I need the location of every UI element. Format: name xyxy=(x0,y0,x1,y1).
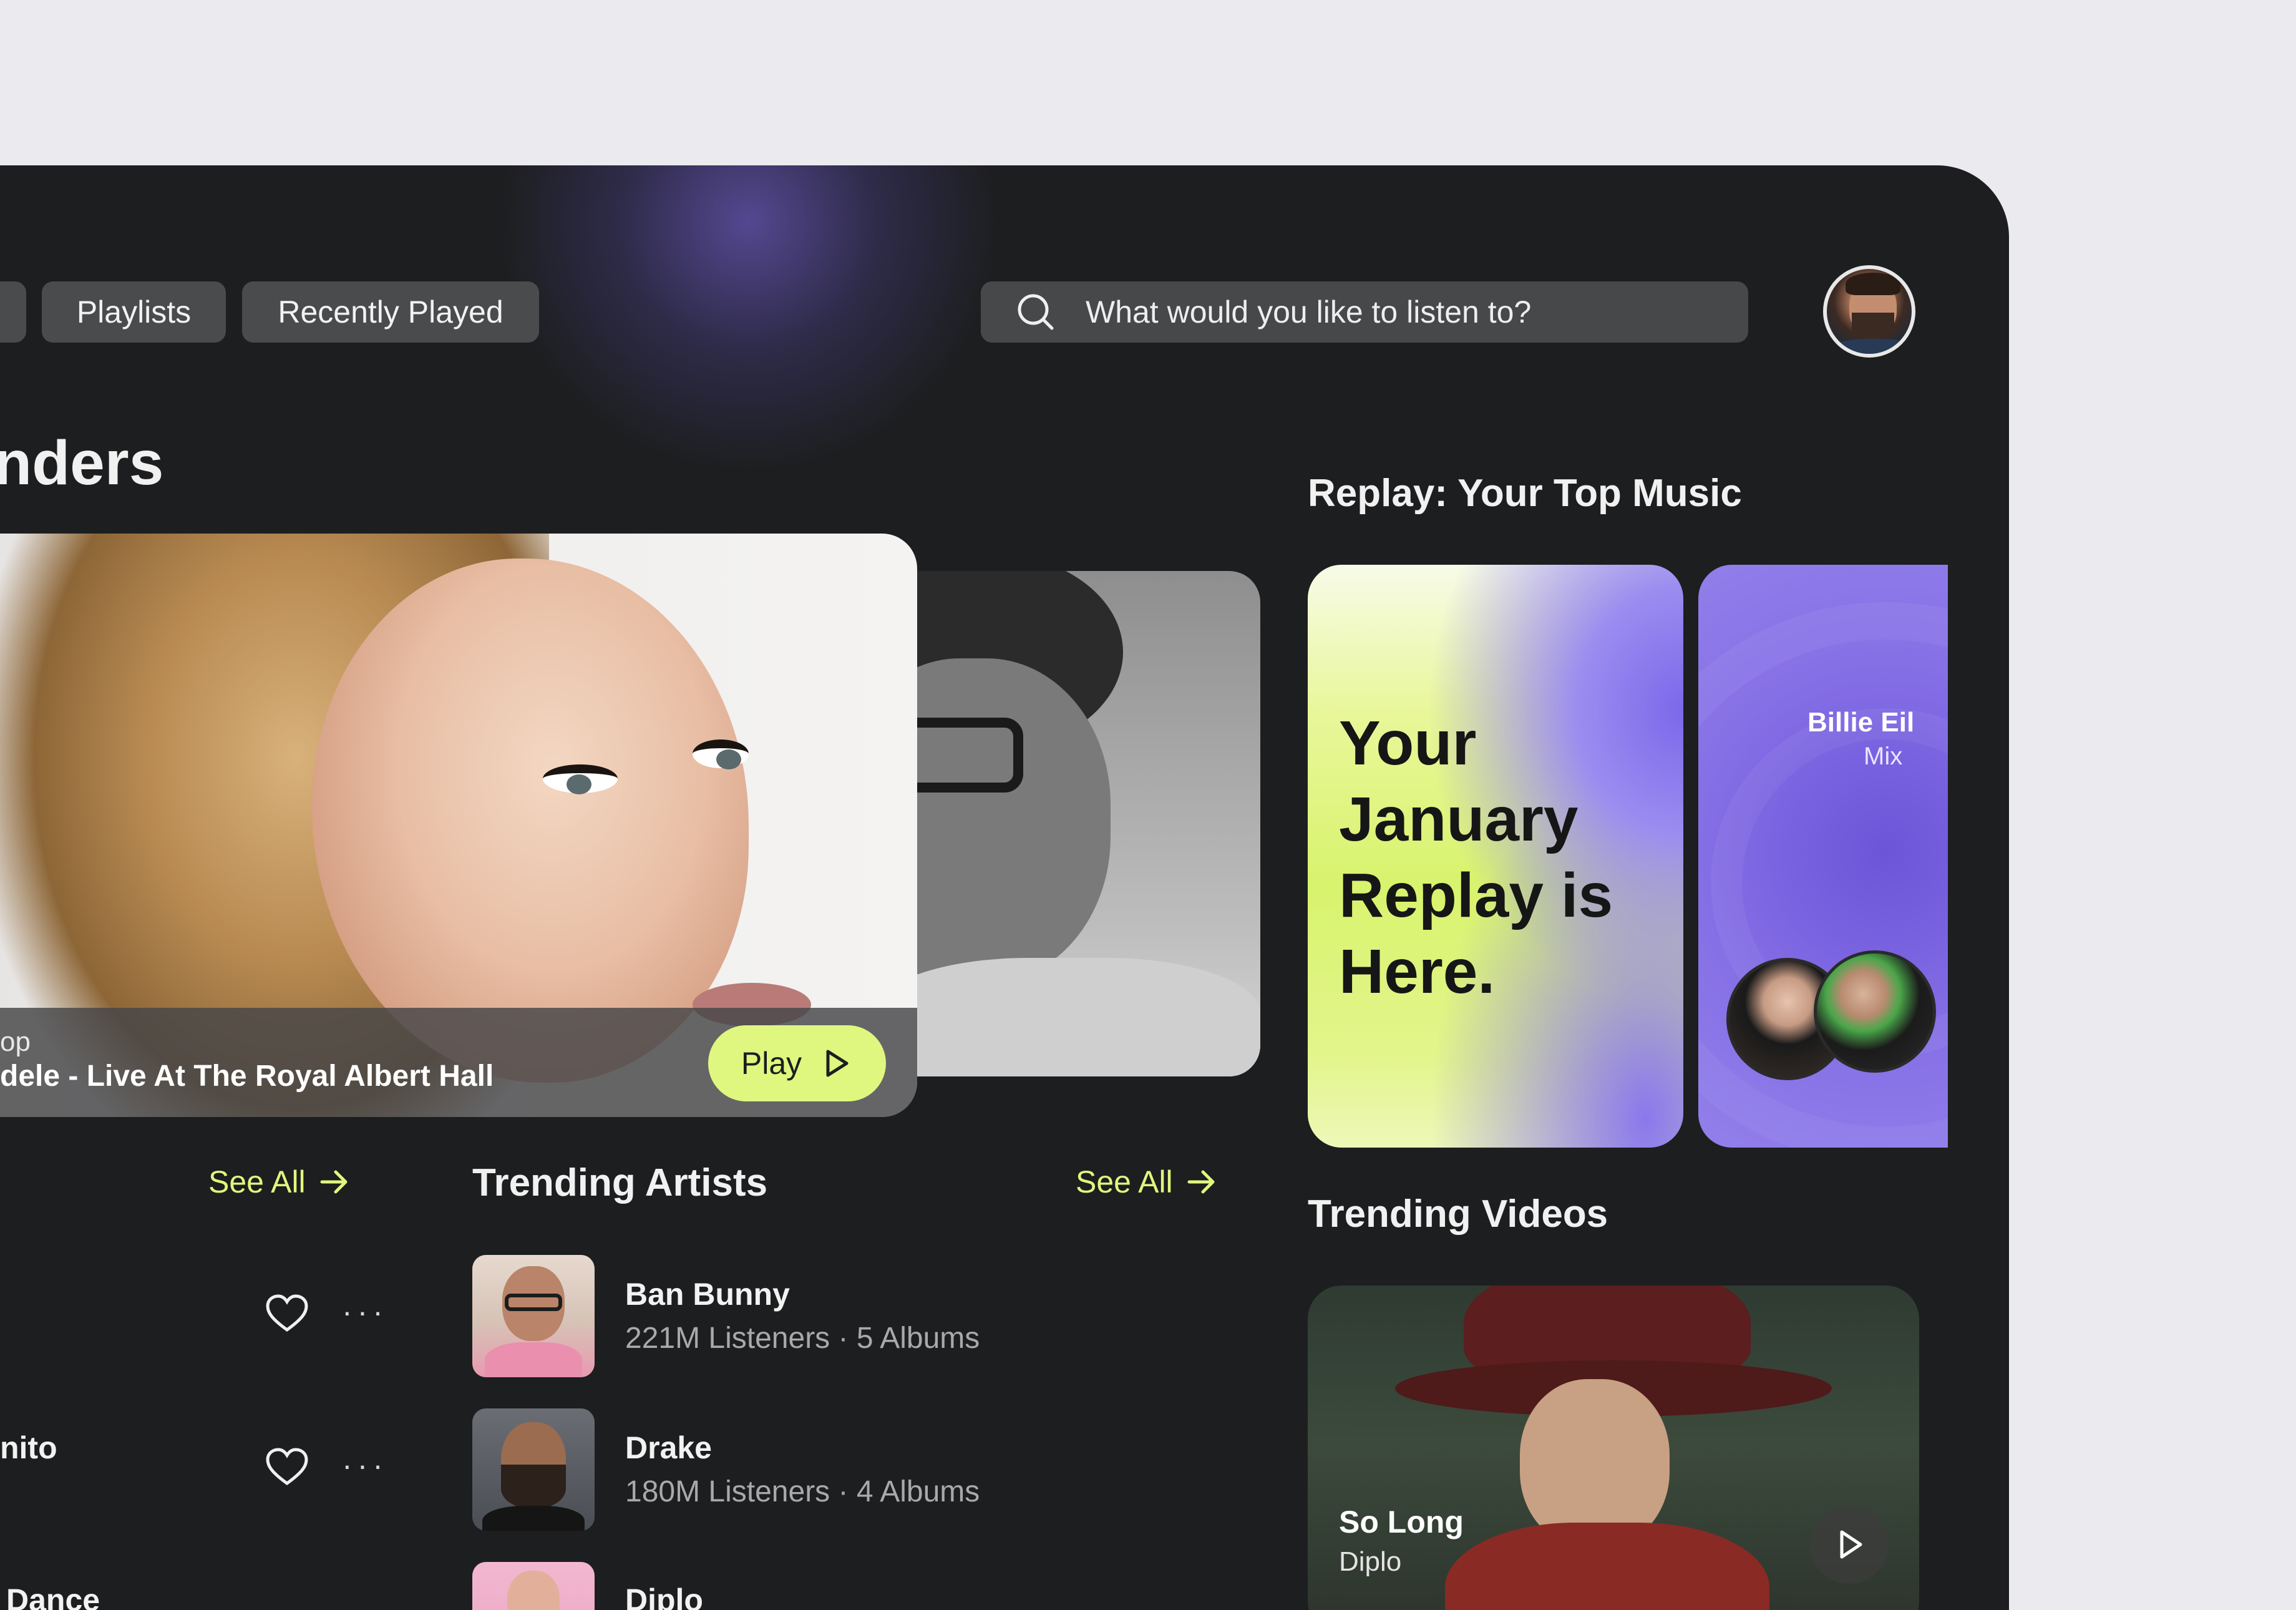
replay-card-january[interactable]: Your January Replay is Here. xyxy=(1308,565,1683,1148)
heart-icon[interactable] xyxy=(265,1447,309,1487)
search-icon xyxy=(1018,294,1054,330)
more-options-icon[interactable]: ··· xyxy=(342,1447,388,1483)
artist-thumbnail[interactable] xyxy=(472,1562,595,1610)
tab-recently-played-label: Recently Played xyxy=(278,295,503,329)
artist-meta: 221M Listeners · 5 Albums xyxy=(625,1322,980,1355)
replay-card-text: Your January Replay is Here. xyxy=(1339,708,1613,1007)
background-glow xyxy=(487,165,1011,484)
song-title-3: Dance xyxy=(6,1583,100,1610)
song-title-2: nito xyxy=(0,1430,57,1465)
play-button-label: Play xyxy=(741,1046,802,1081)
hero-subtitle: op xyxy=(0,1027,31,1057)
artist-name[interactable]: Drake xyxy=(625,1430,712,1466)
artist-name[interactable]: Diplo xyxy=(625,1582,703,1610)
songs-see-all-link[interactable]: See All xyxy=(208,1164,352,1200)
tab-recently-played[interactable]: Recently Played xyxy=(242,281,539,343)
play-icon xyxy=(1840,1530,1862,1559)
mix-artist-photo-2 xyxy=(1814,950,1936,1073)
songs-see-all-label: See All xyxy=(208,1164,306,1199)
artist-thumbnail[interactable] xyxy=(472,1408,595,1531)
replay-card-mix[interactable]: Billie Eil Mix xyxy=(1698,565,1948,1148)
video-artist: Diplo xyxy=(1339,1546,1402,1577)
video-play-button[interactable] xyxy=(1810,1505,1889,1584)
tab-playlists[interactable]: Playlists xyxy=(42,281,226,343)
heart-icon[interactable] xyxy=(265,1294,309,1334)
arrow-right-icon xyxy=(320,1170,348,1194)
replay-title: Replay: Your Top Music xyxy=(1308,472,1742,515)
artists-see-all-label: See All xyxy=(1076,1164,1173,1199)
artist-thumbnail[interactable] xyxy=(472,1255,595,1377)
mix-artist-name: Billie Eil xyxy=(1807,707,1915,738)
artist-name[interactable]: Ban Bunny xyxy=(625,1276,790,1312)
artists-see-all-link[interactable]: See All xyxy=(1076,1164,1219,1200)
hero-caption-bar: op dele - Live At The Royal Albert Hall … xyxy=(0,1008,917,1117)
play-button[interactable]: Play xyxy=(708,1025,886,1101)
featured-card-adele[interactable]: op dele - Live At The Royal Albert Hall … xyxy=(0,534,917,1117)
video-title: So Long xyxy=(1339,1505,1464,1539)
arrow-right-icon xyxy=(1187,1170,1215,1194)
mix-label: Mix xyxy=(1864,743,1903,770)
video-card[interactable]: So Long Diplo xyxy=(1308,1286,1919,1610)
trending-videos-title: Trending Videos xyxy=(1308,1193,1608,1236)
search-input[interactable]: What would you like to listen to? xyxy=(981,281,1748,343)
featured-card-secondary[interactable] xyxy=(873,571,1260,1076)
trending-artists-title: Trending Artists xyxy=(472,1161,768,1204)
artist-meta: 180M Listeners · 4 Albums xyxy=(625,1475,980,1508)
hero-title: dele - Live At The Royal Albert Hall xyxy=(0,1060,494,1093)
user-avatar[interactable] xyxy=(1823,265,1915,358)
play-icon xyxy=(826,1050,849,1077)
app-window: Playlists Recently Played What would you… xyxy=(0,165,2009,1610)
search-placeholder: What would you like to listen to? xyxy=(1086,295,1532,329)
new-releases-title: nders xyxy=(0,428,164,498)
tab-partial[interactable] xyxy=(0,281,26,343)
more-options-icon[interactable]: ··· xyxy=(342,1294,388,1330)
tab-playlists-label: Playlists xyxy=(76,295,192,329)
